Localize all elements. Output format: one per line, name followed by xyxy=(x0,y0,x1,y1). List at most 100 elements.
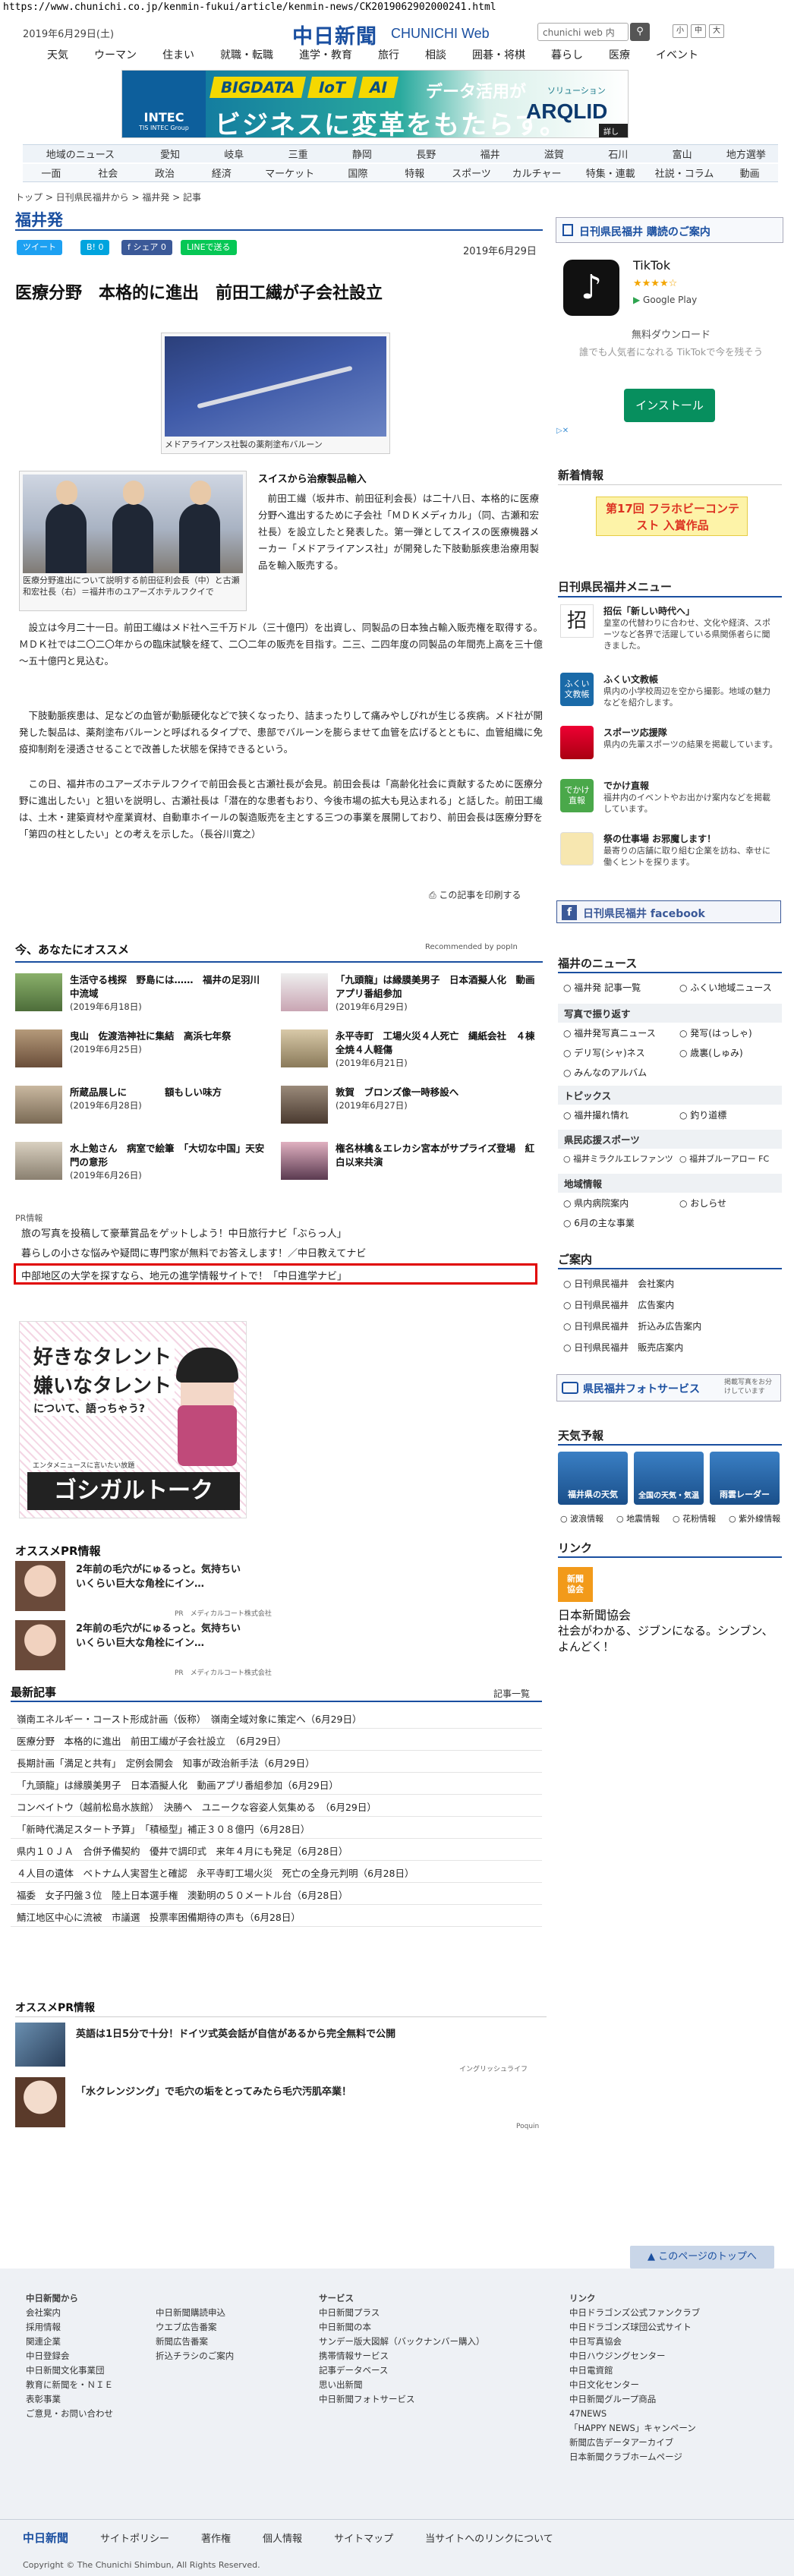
reco-thumb[interactable] xyxy=(281,1086,328,1124)
side-link[interactable]: ○ 歳裏(しゅみ) xyxy=(679,1046,743,1059)
global-nav-item[interactable]: 進学・教育 xyxy=(286,47,365,65)
region-nav-item[interactable]: 富山 xyxy=(650,147,714,161)
reco-item[interactable]: 永平寺町 工場火災４人死亡 縄紙会社 ４棟全焼４人軽傷 (2019年6月21日) xyxy=(336,1029,540,1069)
global-nav-item[interactable]: 暮らし xyxy=(538,47,596,65)
font-small-button[interactable]: 小 xyxy=(673,24,688,38)
reco-item[interactable]: 生活守る桟探 野島には…… 福井の足羽川中流域 (2019年6月18日) xyxy=(70,973,267,1013)
footer-link[interactable]: 中日ドラゴンズ球団公式サイト xyxy=(569,2320,700,2335)
reco-thumb[interactable] xyxy=(15,1029,62,1067)
pr-title[interactable]: 2年前の毛穴がにゅるっと。気持ちいいくらい巨大な角栓にイン… xyxy=(76,1562,243,1591)
page-top-button[interactable]: ▲ このページのトップへ xyxy=(630,2246,774,2269)
reco-item[interactable]: 権名林檎＆エレカシ宮本がサプライズ登場 紅白以来共演 xyxy=(336,1142,540,1169)
photo-service-box[interactable]: 県民福井フォトサービス 掲載写真をお分けしています xyxy=(556,1374,781,1402)
install-button[interactable]: インストール xyxy=(624,389,715,422)
breadcrumb[interactable]: トップ > 日刊県民福井から > 福井発 > 記事 xyxy=(15,191,201,203)
latest-item[interactable]: 県内１０ＪＡ 合併予備契約 優井で調印式 来年４月にも発足（6月28日） xyxy=(11,1839,542,1861)
bottom-nav-link[interactable]: 当サイトへのリンクについて xyxy=(425,2530,553,2545)
footer-link[interactable]: 中日新聞から xyxy=(26,2291,113,2306)
ad-banner[interactable]: INTEC TIS INTEC Group BIGDATA IoT AI データ活… xyxy=(121,70,629,138)
side-link[interactable]: ○ おしらせ xyxy=(679,1197,726,1209)
region-nav-item[interactable]: 福井 xyxy=(458,147,521,161)
category-nav-item[interactable]: 社説・コラム xyxy=(647,166,721,180)
footer-link[interactable]: 中日新聞の本 xyxy=(319,2320,485,2335)
adchoices-icon[interactable]: ▷✕ xyxy=(556,427,569,435)
footer-link[interactable]: 教育に新聞を・ＮＩＥ xyxy=(26,2378,113,2392)
side-link[interactable]: ○ 県内病院案内 xyxy=(563,1197,629,1209)
weather-national-tile[interactable]: 全国の天気・気温 xyxy=(634,1452,704,1505)
bottom-nav-link[interactable]: 著作権 xyxy=(201,2530,231,2545)
hatena-button[interactable]: B! 0 xyxy=(80,240,110,255)
nsk-logo[interactable]: 新聞 協会 xyxy=(558,1567,593,1602)
tweet-button[interactable]: ツイート xyxy=(17,240,62,255)
side-link[interactable]: ○ 福井発写真ニュース xyxy=(563,1026,656,1039)
global-nav-item[interactable]: ウーマン xyxy=(81,47,150,65)
global-nav-item[interactable]: 住まい xyxy=(150,47,207,65)
footer-link[interactable]: 中日ドラゴンズ公式ファンクラブ xyxy=(569,2306,700,2320)
category-nav-item[interactable]: 政治 xyxy=(137,166,194,180)
article-photo-balloon[interactable]: メドアライアンス社製の薬剤塗布バルーン xyxy=(161,333,390,454)
footer-link[interactable]: 記事データベース xyxy=(319,2363,485,2378)
latest-item[interactable]: 「九頭龍」は縁膜美男子 日本酒擬人化 動画アプリ番組参加（6月29日） xyxy=(11,1773,542,1795)
footer-link[interactable]: 会社案内 xyxy=(26,2306,113,2320)
reco-thumb[interactable] xyxy=(15,1142,62,1180)
font-mid-button[interactable]: 中 xyxy=(691,24,706,38)
global-nav-item[interactable]: 医療 xyxy=(596,47,643,65)
side-link[interactable]: ○ 福井発 記事一覧 xyxy=(563,981,641,994)
facebook-share-button[interactable]: f シェア 0 xyxy=(121,240,172,255)
category-nav-item[interactable]: 特集・連載 xyxy=(574,166,647,180)
region-nav-item[interactable]: 静岡 xyxy=(330,147,394,161)
line-share-button[interactable]: LINEで送る xyxy=(181,240,237,255)
footer-link[interactable]: 中日写真協会 xyxy=(569,2335,700,2349)
search-icon[interactable]: ⚲ xyxy=(630,23,650,41)
latest-item[interactable]: 嶺南エネルギー・コースト形成計画（仮称） 嶺南全域対象に策定へ（6月29日） xyxy=(11,1707,542,1729)
footer-link[interactable]: 採用情報 xyxy=(26,2320,113,2335)
region-nav-item[interactable]: 岐阜 xyxy=(202,147,266,161)
popin-credit[interactable]: Recommended by popIn xyxy=(425,943,518,951)
reco-item[interactable]: 所蔵品展しに 額もしい味方 (2019年6月28日) xyxy=(70,1086,267,1111)
region-nav-item[interactable]: 愛知 xyxy=(138,147,202,161)
bottom-nav-link[interactable]: サイトマップ xyxy=(334,2530,393,2545)
footer-link[interactable]: 中日新聞グループ商品 xyxy=(569,2392,700,2407)
region-nav-item[interactable]: 石川 xyxy=(586,147,650,161)
category-nav-item[interactable]: 経済 xyxy=(193,166,250,180)
footer-link[interactable]: 中日新聞プラス xyxy=(319,2306,485,2320)
footer-link[interactable]: 新聞広告番案 xyxy=(156,2335,234,2349)
weather-link[interactable]: ○ 地震情報 xyxy=(616,1512,660,1524)
footer-link[interactable]: 表彰事業 xyxy=(26,2392,113,2407)
side-link[interactable]: ○ 日刊県民福井 販売店案内 xyxy=(563,1341,683,1354)
category-nav-item[interactable]: 社会 xyxy=(80,166,137,180)
menu-logo[interactable]: ふくい 文教帳 xyxy=(560,673,594,706)
side-link[interactable]: ○ デリ写(シャ)ネス xyxy=(563,1046,645,1059)
weather-radar-tile[interactable]: 雨雲レーダー xyxy=(710,1452,780,1505)
site-logo[interactable]: 中日新聞 xyxy=(292,20,377,49)
footer-link[interactable]: 中日登録会 xyxy=(26,2349,113,2363)
reco-thumb[interactable] xyxy=(281,1029,328,1067)
global-nav-item[interactable]: 天気 xyxy=(34,47,81,65)
global-nav-item[interactable]: 相談 xyxy=(412,47,459,65)
region-nav-item[interactable]: 地域のニュース xyxy=(23,147,138,161)
menu-item[interactable]: でかけ直報 福井内のイベントやお出かけ案内などを掲載しています。 xyxy=(603,779,778,815)
category-nav-item[interactable]: 国際 xyxy=(329,166,386,180)
latest-item[interactable]: ４人目の遺体 ベトナム人実習生と確認 永平寺町工場火災 死亡の全身元判明（6月2… xyxy=(11,1861,542,1883)
pr2-thumb[interactable] xyxy=(15,2077,65,2127)
pr-link[interactable]: 暮らしの小さな悩みや疑問に専門家が無料でお答えします！／中日教えてナビ xyxy=(21,1245,366,1260)
reco-item[interactable]: 敦賀 ブロンズ像一時移設へ (2019年6月27日) xyxy=(336,1086,540,1111)
footer-link[interactable]: 「HAPPY NEWS」キャンペーン xyxy=(569,2421,700,2436)
bottom-nav-link[interactable]: 個人情報 xyxy=(263,2530,302,2545)
side-link[interactable]: ○ 日刊県民福井 会社案内 xyxy=(563,1277,674,1290)
side-link[interactable]: ○ 6月の主な事業 xyxy=(563,1216,635,1229)
footer-link[interactable]: 中日新聞フォトサービス xyxy=(319,2392,485,2407)
tiktok-ad[interactable]: ♪ TikTok ★★★★☆ ▶ Google Play 無料ダウンロード 誰で… xyxy=(563,255,779,427)
category-nav-item[interactable]: スポーツ xyxy=(443,166,500,180)
reco-thumb[interactable] xyxy=(281,973,328,1011)
footer-link[interactable]: 思い出新聞 xyxy=(319,2378,485,2392)
latest-item[interactable]: 医療分野 本格的に進出 前田工繊が子会社設立 （6月29日） xyxy=(11,1729,542,1751)
side-link[interactable]: ○ 釣り道標 xyxy=(679,1108,726,1121)
side-link[interactable]: ○ 福井撮れ情れ xyxy=(563,1108,629,1121)
weather-fukui-tile[interactable]: 福井県の天気 xyxy=(558,1452,628,1505)
latest-item[interactable]: 福委 女子円盤３位 陸上日本選手権 澳勤明の５０メートル台（6月28日） xyxy=(11,1883,542,1905)
footer-link[interactable]: 折込チラシのご案内 xyxy=(156,2349,234,2363)
weather-link[interactable]: ○ 紫外線情報 xyxy=(729,1512,780,1524)
pr-link[interactable]: 旅の写真を投稿して豪華賞品をゲットしよう！中日旅行ナビ「ぶらっ人」 xyxy=(21,1225,347,1240)
gossip-ad[interactable]: 好きなタレント 嫌いなタレント について、語っちゃう? エンタメニュースに言いた… xyxy=(19,1321,247,1518)
